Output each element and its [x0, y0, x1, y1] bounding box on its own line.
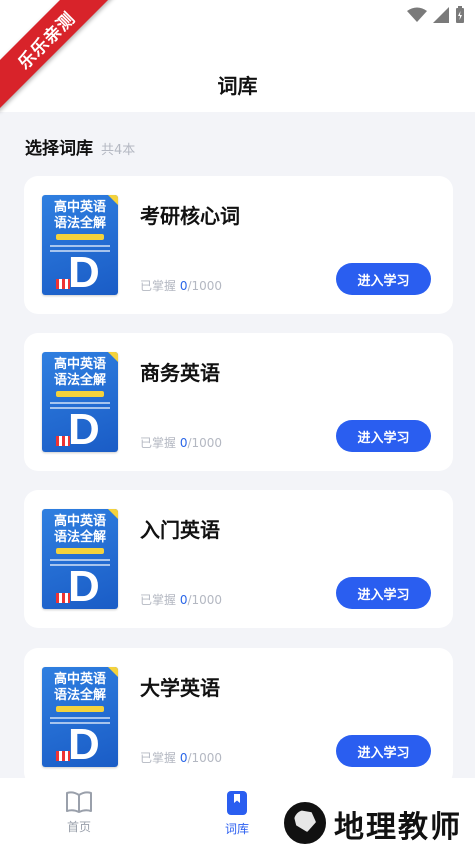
book-progress: 已掌握 0/1000 — [140, 436, 223, 450]
status-bar — [407, 6, 465, 24]
watermark-text: 地理教师 — [334, 810, 462, 845]
wifi-icon — [407, 7, 427, 22]
section-title: 选择词库 — [25, 139, 93, 159]
start-study-button[interactable]: 进入学习 — [336, 263, 431, 295]
book-progress: 已掌握 0/1000 — [140, 279, 223, 293]
cover-title-line2: 语法全解 — [53, 216, 106, 231]
signal-icon — [433, 7, 449, 23]
book-progress: 已掌握 0/1000 — [140, 751, 223, 765]
bookmark-icon — [227, 791, 247, 815]
cover-title-line2: 语法全解 — [53, 373, 106, 388]
section-header: 选择词库 共4本 — [25, 134, 135, 159]
book-name: 考研核心词 — [140, 204, 240, 228]
start-study-button[interactable]: 进入学习 — [336, 735, 431, 767]
book-card[interactable]: 高中英语 语法全解 D 大学英语 已掌握 0/1000 进入学习 — [24, 648, 453, 786]
book-card[interactable]: 高中英语 语法全解 D 入门英语 已掌握 0/1000 进入学习 — [24, 490, 453, 628]
cover-title-line1: 高中英语 — [53, 357, 106, 372]
cover-title-line2: 语法全解 — [53, 688, 106, 703]
book-cover: 高中英语 语法全解 D — [42, 352, 118, 452]
book-name: 大学英语 — [140, 676, 220, 700]
tab-home-label: 首页 — [66, 820, 91, 834]
book-open-icon — [66, 791, 92, 813]
battery-icon — [456, 6, 464, 23]
cover-letter: D — [68, 562, 100, 609]
cover-letter: D — [68, 405, 100, 452]
tab-home[interactable]: 首页 — [49, 790, 109, 835]
book-cover: 高中英语 语法全解 D — [42, 509, 118, 609]
section-count: 共4本 — [101, 143, 136, 158]
book-cover: 高中英语 语法全解 D — [42, 195, 118, 295]
tab-library[interactable]: 词库 — [207, 790, 267, 837]
book-progress: 已掌握 0/1000 — [140, 593, 223, 607]
globe-logo-icon — [282, 800, 328, 846]
cover-title-line1: 高中英语 — [53, 514, 106, 529]
cover-letter: D — [68, 248, 100, 295]
book-card[interactable]: 高中英语 语法全解 D 考研核心词 已掌握 0/1000 进入学习 — [24, 176, 453, 314]
start-study-button[interactable]: 进入学习 — [336, 420, 431, 452]
book-card[interactable]: 高中英语 语法全解 D 商务英语 已掌握 0/1000 进入学习 — [24, 333, 453, 471]
watermark: 地理教师 — [268, 790, 475, 846]
tab-library-label: 词库 — [224, 822, 249, 836]
start-study-button[interactable]: 进入学习 — [336, 577, 431, 609]
book-cover: 高中英语 语法全解 D — [42, 667, 118, 767]
page-title: 词库 — [217, 74, 258, 98]
cover-title-line1: 高中英语 — [53, 672, 106, 687]
cover-letter: D — [68, 720, 100, 767]
cover-title-line1: 高中英语 — [53, 200, 106, 215]
book-name: 商务英语 — [140, 361, 220, 385]
book-name: 入门英语 — [140, 518, 220, 542]
cover-title-line2: 语法全解 — [53, 530, 106, 545]
